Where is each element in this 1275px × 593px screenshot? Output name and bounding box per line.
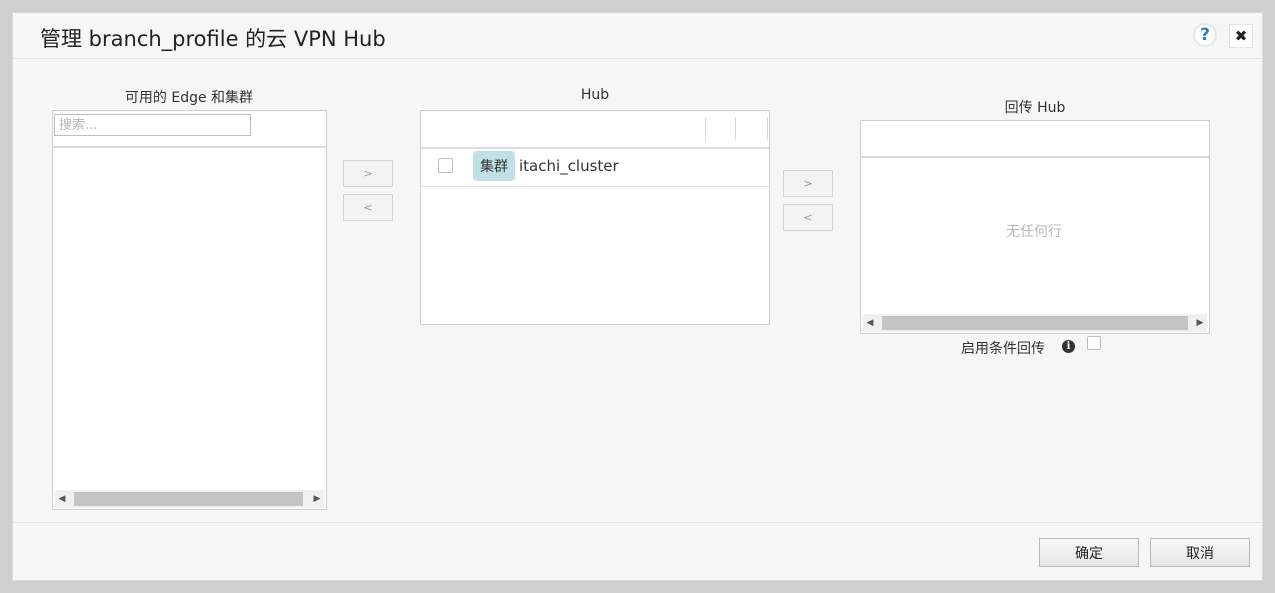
add-to-backhaul-button[interactable]: > bbox=[783, 170, 833, 197]
column-separator bbox=[735, 117, 736, 141]
backhaul-panel-title: 回传 Hub bbox=[1004, 100, 1066, 116]
dialog-header: 管理 branch_profile 的云 VPN Hub ? ✖ bbox=[13, 13, 1262, 59]
scroll-right-arrow-icon[interactable]: ▶ bbox=[1193, 314, 1207, 332]
remove-from-backhaul-button[interactable]: < bbox=[783, 204, 833, 231]
available-panel-title: 可用的 Edge 和集群 bbox=[124, 90, 254, 106]
column-separator bbox=[767, 117, 768, 141]
conditional-backhaul-checkbox[interactable] bbox=[1087, 336, 1101, 350]
scrollbar-thumb[interactable] bbox=[882, 316, 1188, 330]
scrollbar-thumb[interactable] bbox=[74, 492, 303, 506]
empty-state-text: 无任何行 bbox=[1006, 224, 1062, 240]
close-icon[interactable]: ✖ bbox=[1229, 24, 1253, 48]
help-icon[interactable]: ? bbox=[1193, 23, 1217, 47]
cluster-badge: 集群 bbox=[473, 151, 515, 181]
ok-button[interactable]: 确定 bbox=[1039, 538, 1139, 567]
cancel-button[interactable]: 取消 bbox=[1150, 538, 1250, 567]
add-to-hub-button[interactable]: > bbox=[343, 160, 393, 187]
backhaul-list-scrollbar[interactable]: ◀ ▶ bbox=[863, 314, 1207, 332]
remove-from-hub-button[interactable]: < bbox=[343, 194, 393, 221]
row-checkbox[interactable] bbox=[438, 158, 453, 173]
column-separator bbox=[705, 117, 706, 141]
hub-list: 集群 itachi_cluster bbox=[420, 110, 770, 325]
conditional-backhaul-label: 启用条件回传 bbox=[961, 341, 1045, 357]
scroll-right-arrow-icon[interactable]: ▶ bbox=[310, 490, 324, 508]
manage-vpn-hub-dialog: 管理 branch_profile 的云 VPN Hub ? ✖ 可用的 Edg… bbox=[12, 12, 1263, 581]
available-list-header-divider bbox=[53, 146, 326, 148]
table-row[interactable]: 集群 itachi_cluster bbox=[421, 149, 769, 187]
hub-name: itachi_cluster bbox=[519, 157, 619, 175]
scroll-left-arrow-icon[interactable]: ◀ bbox=[863, 314, 877, 332]
backhaul-list: 无任何行 ◀ ▶ bbox=[860, 120, 1210, 334]
available-list-scrollbar[interactable]: ◀ ▶ bbox=[55, 490, 324, 508]
scroll-left-arrow-icon[interactable]: ◀ bbox=[55, 490, 69, 508]
hub-panel-title: Hub bbox=[580, 87, 610, 103]
backhaul-list-header-divider bbox=[861, 156, 1209, 158]
dialog-title: 管理 branch_profile 的云 VPN Hub bbox=[40, 27, 386, 51]
available-list: ◀ ▶ bbox=[52, 110, 327, 510]
info-icon[interactable]: i bbox=[1062, 340, 1075, 353]
footer-divider bbox=[13, 522, 1262, 523]
search-input[interactable] bbox=[54, 114, 251, 136]
